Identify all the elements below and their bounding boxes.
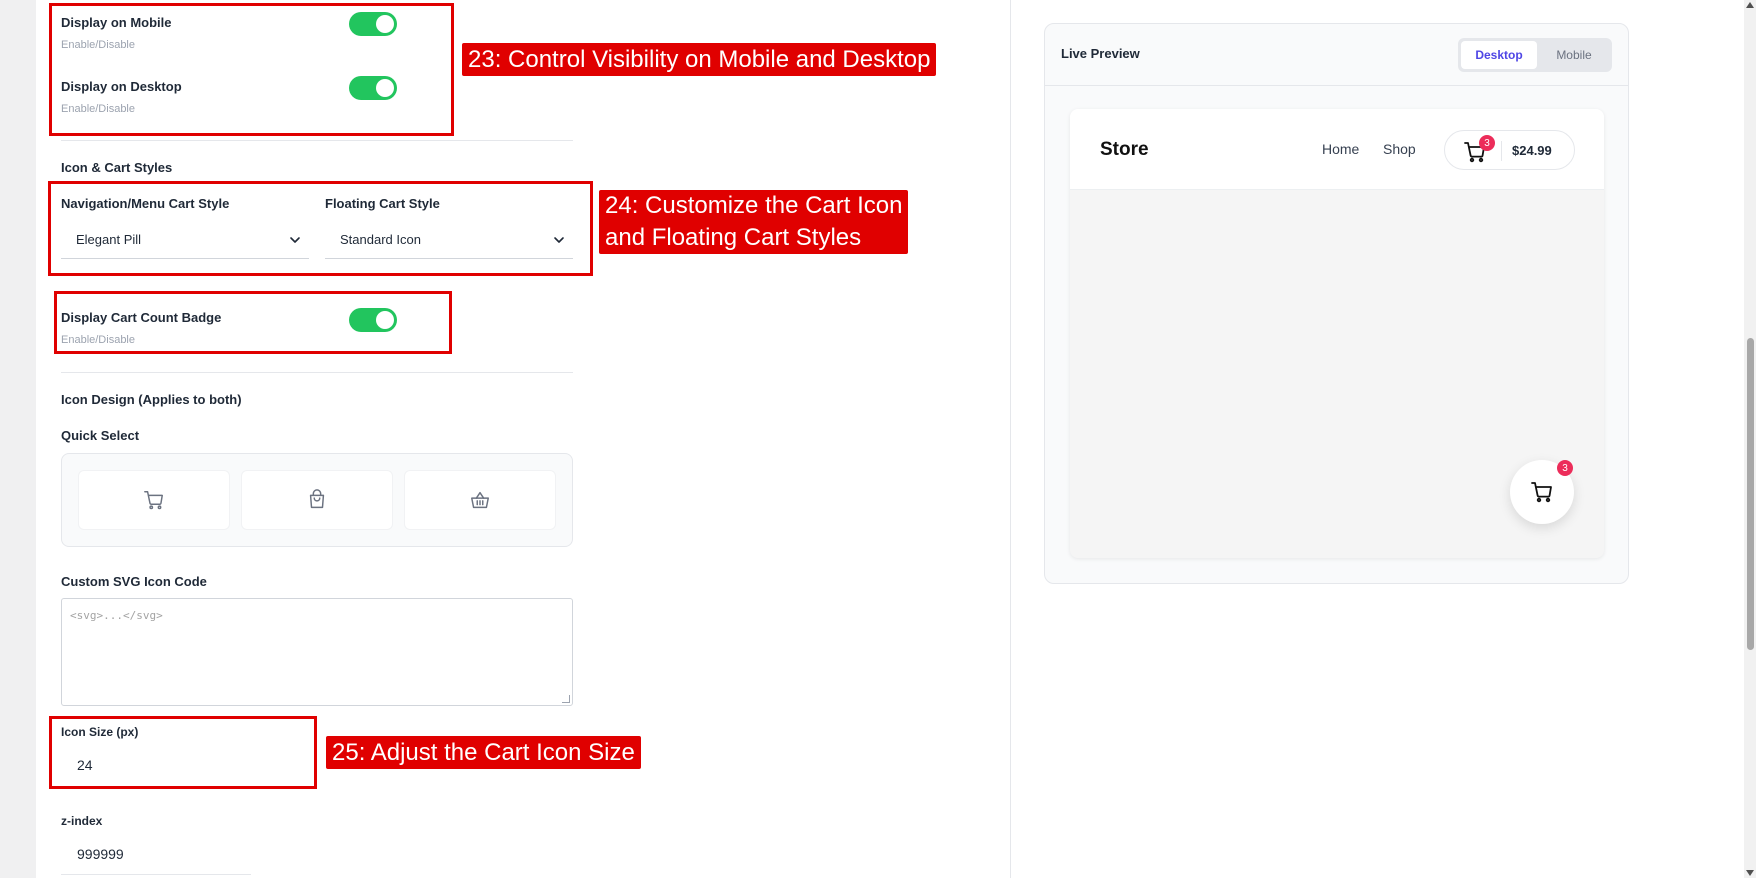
cart-icon <box>1531 482 1552 503</box>
column-divider <box>1010 0 1011 878</box>
tab-desktop[interactable]: Desktop <box>1461 41 1537 69</box>
quick-select-cart[interactable] <box>78 470 230 530</box>
quick-select-basket[interactable] <box>404 470 556 530</box>
annotation-label-23: 23: Control Visibility on Mobile and Des… <box>462 43 937 76</box>
tab-mobile[interactable]: Mobile <box>1540 41 1608 69</box>
resize-handle[interactable] <box>562 695 570 703</box>
annotation-label-24-line2: and Floating Cart Styles <box>605 224 862 251</box>
nav-cart-total: $24.99 <box>1512 143 1552 158</box>
basket-icon <box>471 491 489 509</box>
zindex-label: z-index <box>61 814 103 828</box>
scroll-up-arrow-icon[interactable] <box>1746 2 1754 8</box>
floating-cart-badge: 3 <box>1557 460 1573 476</box>
icon-design-title: Icon Design (Applies to both) <box>61 392 242 407</box>
section-divider <box>61 372 573 373</box>
nav-cart-pill[interactable]: 3 $24.99 <box>1444 130 1575 170</box>
store-navbar: Store Home Shop 3 $24.99 <box>1070 109 1604 190</box>
custom-svg-placeholder: <svg>...</svg> <box>70 609 163 622</box>
live-preview-header: Live Preview Desktop Mobile <box>1045 24 1628 86</box>
zindex-underline <box>61 874 251 875</box>
store-logo: Store <box>1100 139 1149 160</box>
pill-separator <box>1501 141 1502 161</box>
quick-select-label: Quick Select <box>61 428 140 443</box>
live-preview-title: Live Preview <box>1061 46 1140 61</box>
quick-select-bag[interactable] <box>241 470 393 530</box>
annotation-label-24: 24: Customize the Cart Icon and Floating… <box>599 190 909 254</box>
custom-svg-textarea[interactable]: <svg>...</svg> <box>61 598 573 706</box>
device-toggle: Desktop Mobile <box>1458 38 1612 72</box>
floating-cart-button[interactable]: 3 <box>1510 460 1574 524</box>
annotation-label-24-line1: 24: Customize the Cart Icon <box>605 192 903 219</box>
live-preview-card: Live Preview Desktop Mobile Store Home S… <box>1044 23 1629 584</box>
scroll-down-arrow-icon[interactable] <box>1746 870 1754 876</box>
section-divider <box>61 140 573 141</box>
annotation-box-badge <box>54 291 452 354</box>
cart-icon <box>144 491 163 510</box>
quick-select-group <box>61 453 573 547</box>
annotation-box-25 <box>49 716 317 789</box>
nav-cart-badge: 3 <box>1479 135 1495 151</box>
annotation-box-24 <box>48 181 593 276</box>
annotation-box-23 <box>49 3 454 136</box>
scrollbar-thumb[interactable] <box>1747 338 1754 650</box>
icon-cart-styles-title: Icon & Cart Styles <box>61 160 173 175</box>
custom-svg-label: Custom SVG Icon Code <box>61 574 207 589</box>
bag-icon <box>309 489 325 509</box>
nav-shop-link[interactable]: Shop <box>1383 141 1416 157</box>
store-preview: Store Home Shop 3 $24.99 3 <box>1070 109 1604 558</box>
annotation-label-25: 25: Adjust the Cart Icon Size <box>326 736 641 769</box>
zindex-input[interactable]: 999999 <box>77 846 124 862</box>
nav-home-link[interactable]: Home <box>1322 141 1359 157</box>
